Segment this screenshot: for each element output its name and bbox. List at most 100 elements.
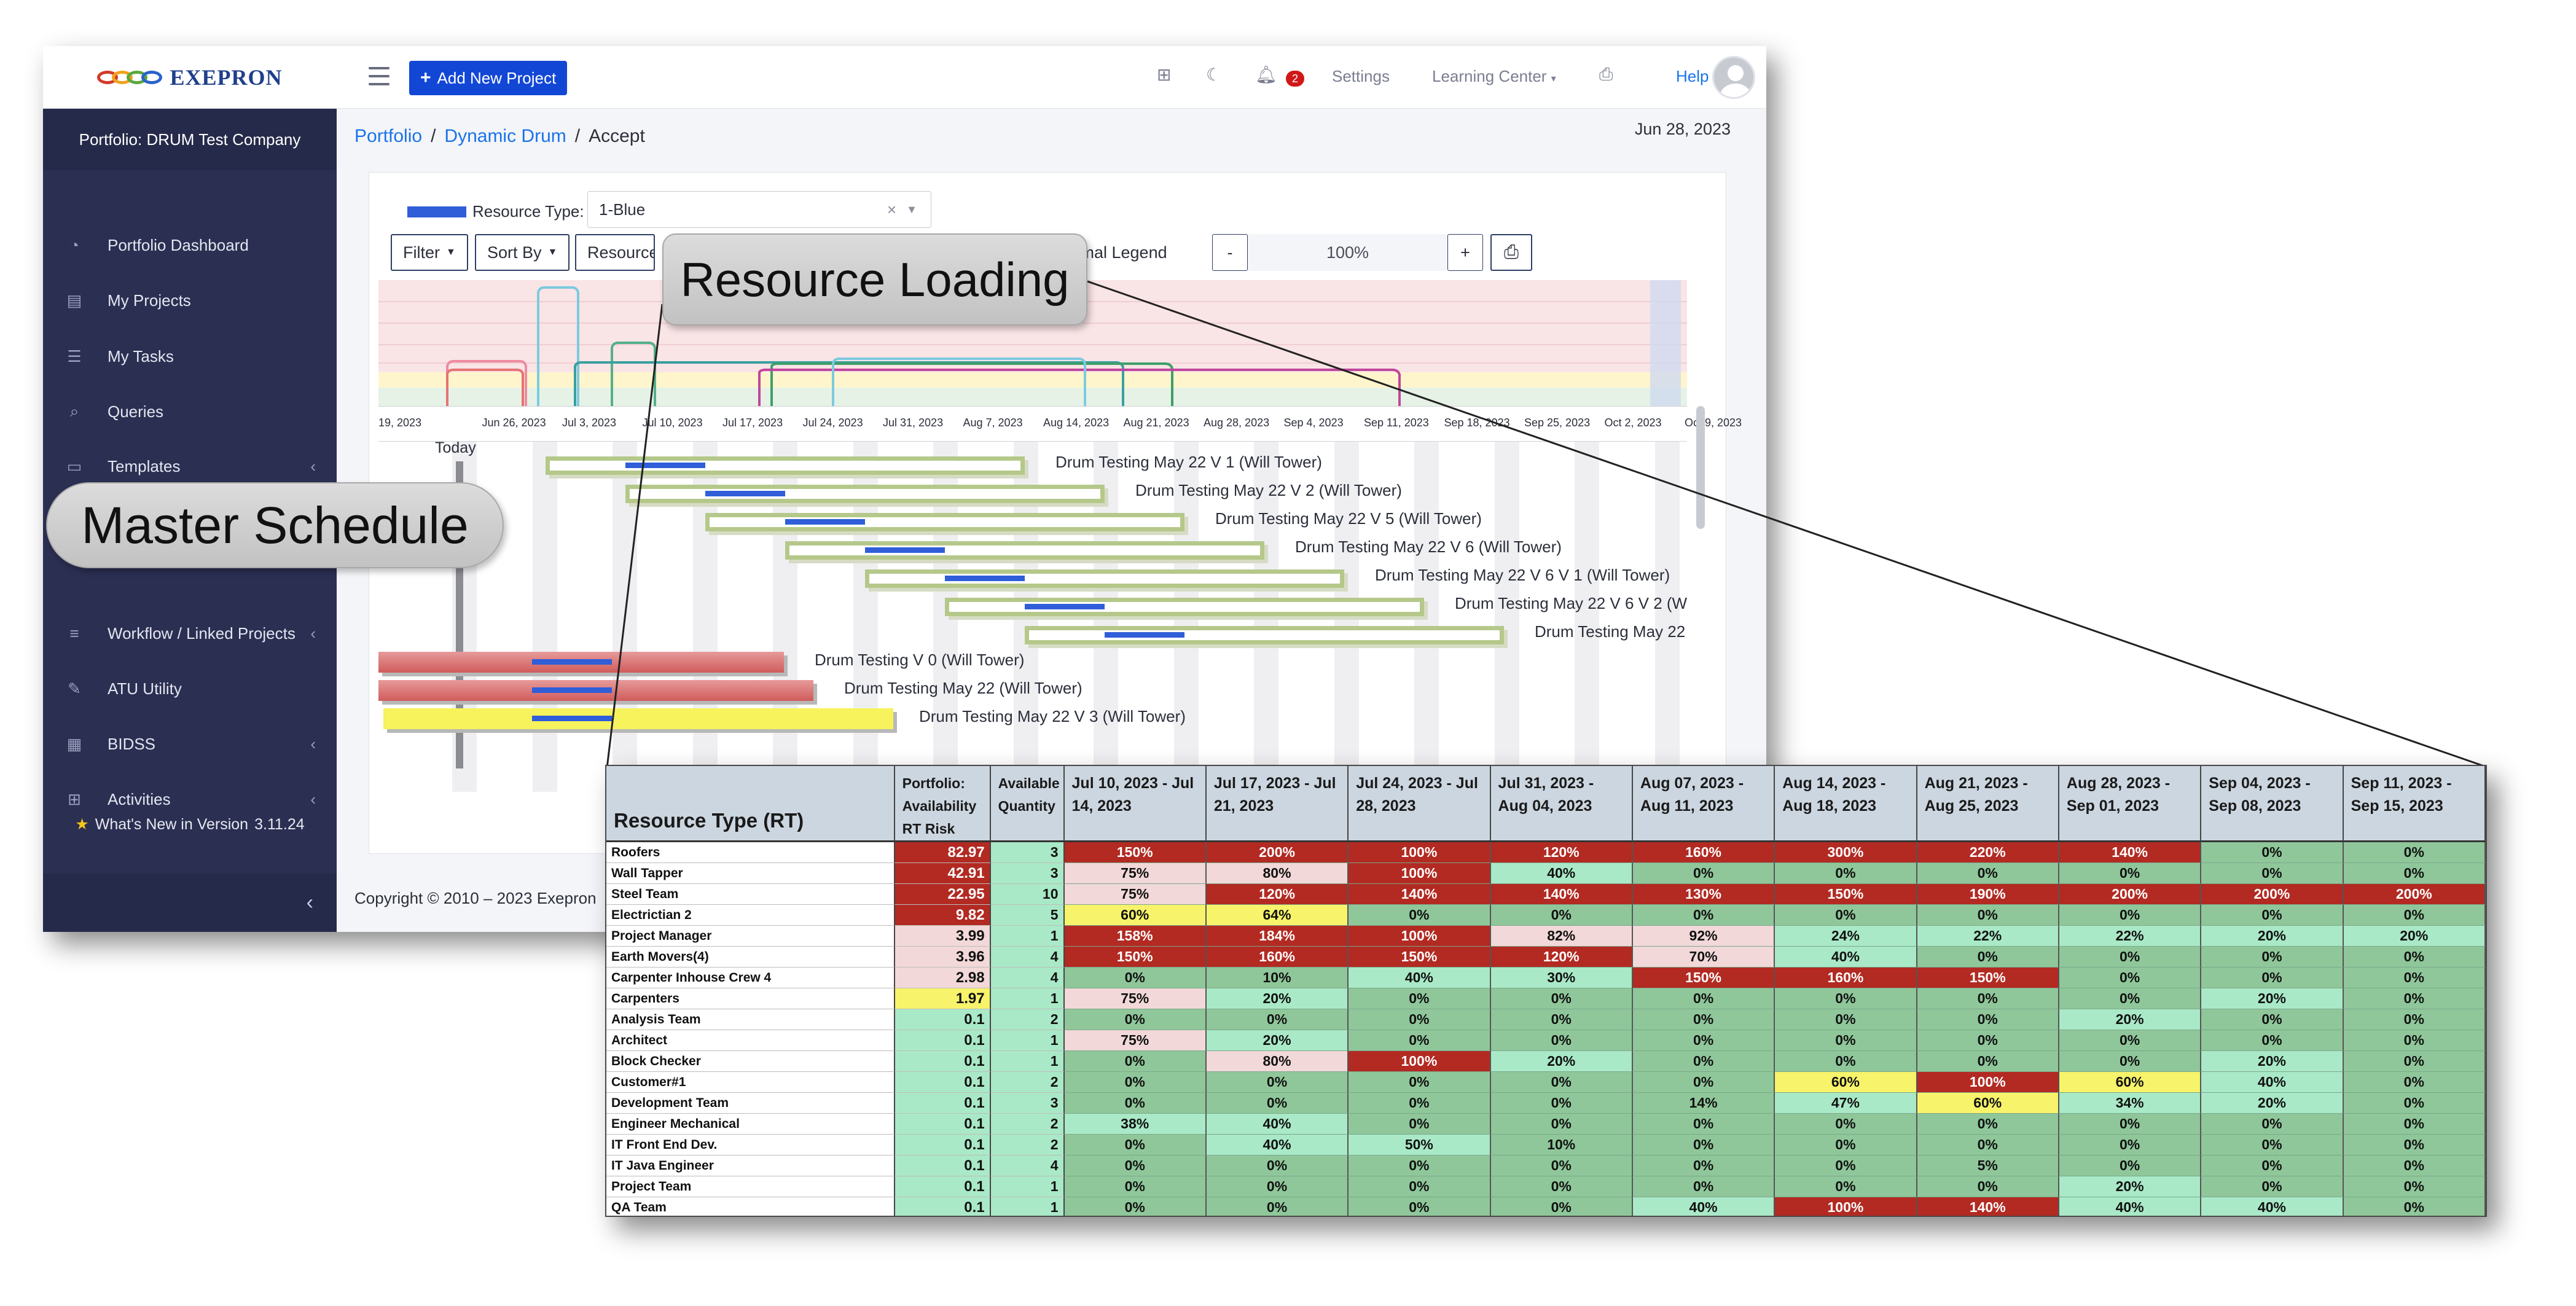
load-percentage-cell: 0%: [1632, 1114, 1775, 1135]
load-percentage-cell: 100%: [1349, 926, 1491, 947]
resource-type-name: Development Team: [606, 1093, 895, 1114]
load-percentage-cell: 0%: [1632, 1072, 1775, 1093]
load-percentage-cell: 0%: [1775, 1135, 1917, 1155]
load-percentage-cell: 0%: [1206, 1176, 1349, 1197]
load-percentage-cell: 0%: [1917, 905, 2059, 926]
load-percentage-cell: 10%: [1206, 968, 1349, 988]
load-percentage-cell: 75%: [1064, 884, 1207, 905]
load-percentage-cell: 30%: [1490, 968, 1633, 988]
available-quantity-value: 3: [990, 863, 1065, 884]
table-row: Carpenters 1.97 1 75% 20% 0% 0% 0% 0% 0% 0% 20% 0%: [606, 988, 2486, 1009]
load-percentage-cell: 5%: [1917, 1155, 2059, 1176]
load-percentage-cell: 0%: [2201, 842, 2344, 863]
load-percentage-cell: 0%: [1064, 1051, 1207, 1072]
load-percentage-cell: 22%: [1917, 926, 2059, 947]
load-percentage-cell: 38%: [1064, 1114, 1207, 1135]
load-percentage-cell: 160%: [1632, 842, 1775, 863]
load-percentage-cell: 0%: [2201, 1114, 2344, 1135]
load-percentage-cell: 20%: [1490, 1051, 1633, 1072]
load-percentage-cell: 0%: [1349, 1072, 1491, 1093]
load-percentage-cell: 0%: [1490, 1176, 1633, 1197]
load-percentage-cell: 0%: [1917, 863, 2059, 884]
load-percentage-cell: 0%: [2343, 1176, 2486, 1197]
load-percentage-cell: 0%: [1632, 1155, 1775, 1176]
resource-type-name: Carpenter Inhouse Crew 4: [606, 968, 895, 988]
load-percentage-cell: 0%: [1349, 1197, 1491, 1216]
load-percentage-cell: 60%: [1775, 1072, 1917, 1093]
load-percentage-cell: 130%: [1632, 884, 1775, 905]
load-percentage-cell: 20%: [2059, 1009, 2202, 1030]
availability-risk-value: 22.95: [895, 884, 991, 905]
load-percentage-cell: 0%: [1775, 1114, 1917, 1135]
header-week: Sep 04, 2023 - Sep 08, 2023: [2201, 766, 2344, 842]
resource-type-name: Block Checker: [606, 1051, 895, 1072]
load-percentage-cell: 200%: [2343, 884, 2486, 905]
resource-type-name: Customer#1: [606, 1072, 895, 1093]
header-week: Aug 21, 2023 - Aug 25, 2023: [1917, 766, 2059, 842]
table-row: Customer#1 0.1 2 0% 0% 0% 0% 0% 60% 100% 60% 40% 0%: [606, 1072, 2486, 1093]
load-percentage-cell: 80%: [1206, 863, 1349, 884]
composite-screenshot: EXEPRON Portfolio: DRUM Test Company ◔ Po…: [0, 0, 2576, 1306]
load-percentage-cell: 0%: [1490, 1093, 1633, 1114]
availability-risk-value: 42.91: [895, 863, 991, 884]
load-percentage-cell: 200%: [1206, 842, 1349, 863]
load-percentage-cell: 75%: [1064, 988, 1207, 1009]
load-percentage-cell: 0%: [1206, 1197, 1349, 1216]
load-percentage-cell: 0%: [2343, 1114, 2486, 1135]
load-percentage-cell: 82%: [1490, 926, 1633, 947]
load-percentage-cell: 40%: [2201, 1072, 2344, 1093]
load-percentage-cell: 0%: [2343, 1072, 2486, 1093]
available-quantity-value: 5: [990, 905, 1065, 926]
load-percentage-cell: 140%: [1917, 1197, 2059, 1216]
header-week: Jul 10, 2023 - Jul 14, 2023: [1064, 766, 1207, 842]
available-quantity-value: 2: [990, 1009, 1065, 1030]
load-percentage-cell: 20%: [2201, 988, 2344, 1009]
resource-loading-callout: Resource Loading: [662, 233, 1087, 326]
load-percentage-cell: 150%: [1349, 947, 1491, 968]
table-row: Steel Team 22.95 10 75% 120% 140% 140% 130% 150%…: [606, 884, 2486, 905]
table-row: Roofers 82.97 3 150% 200% 100% 120% 160% 300% 220…: [606, 842, 2486, 863]
load-percentage-cell: 0%: [2059, 1135, 2202, 1155]
load-percentage-cell: 75%: [1064, 1030, 1207, 1051]
available-quantity-value: 2: [990, 1135, 1065, 1155]
resource-type-name: Earth Movers(4): [606, 947, 895, 968]
load-percentage-cell: 0%: [1775, 1155, 1917, 1176]
resource-type-name: Engineer Mechanical: [606, 1114, 895, 1135]
load-percentage-cell: 120%: [1490, 947, 1633, 968]
load-percentage-cell: 0%: [1917, 1135, 2059, 1155]
availability-risk-value: 1.97: [895, 988, 991, 1009]
available-quantity-value: 3: [990, 842, 1065, 863]
table-row: Carpenter Inhouse Crew 4 2.98 4 0% 10% 40% 30%…: [606, 968, 2486, 988]
load-percentage-cell: 0%: [1632, 988, 1775, 1009]
availability-risk-value: 82.97: [895, 842, 991, 863]
load-percentage-cell: 60%: [1917, 1093, 2059, 1114]
load-percentage-cell: 140%: [1349, 884, 1491, 905]
load-percentage-cell: 60%: [1064, 905, 1207, 926]
resource-type-name: Analysis Team: [606, 1009, 895, 1030]
load-percentage-cell: 100%: [1917, 1072, 2059, 1093]
table-row: Project Team 0.1 1 0% 0% 0% 0% 0% 0% 0% 20% 0% 0%: [606, 1176, 2486, 1197]
connector-line-left: [606, 303, 664, 768]
available-quantity-value: 2: [990, 1072, 1065, 1093]
header-week: Sep 11, 2023 - Sep 15, 2023: [2343, 766, 2486, 842]
header-available-quantity: Available Quantity: [990, 766, 1065, 842]
load-percentage-cell: 0%: [2343, 842, 2486, 863]
available-quantity-value: 3: [990, 1093, 1065, 1114]
load-percentage-cell: 0%: [1917, 1030, 2059, 1051]
resource-type-name: Electrictian 2: [606, 905, 895, 926]
resource-type-name: Carpenters: [606, 988, 895, 1009]
load-percentage-cell: 14%: [1632, 1093, 1775, 1114]
header-resource-type: Resource Type (RT): [606, 766, 895, 842]
load-percentage-cell: 24%: [1775, 926, 1917, 947]
available-quantity-value: 1: [990, 1030, 1065, 1051]
load-percentage-cell: 0%: [2059, 968, 2202, 988]
load-percentage-cell: 0%: [2059, 1030, 2202, 1051]
load-percentage-cell: 220%: [1917, 842, 2059, 863]
header-week: Jul 17, 2023 - Jul 21, 2023: [1206, 766, 1349, 842]
load-percentage-cell: 0%: [1490, 1114, 1633, 1135]
table-row: Architect 0.1 1 75% 20% 0% 0% 0% 0% 0% 0% 0% 0%: [606, 1030, 2486, 1051]
table-row: Engineer Mechanical 0.1 2 38% 40% 0% 0% 0% 0% 0% 0…: [606, 1114, 2486, 1135]
load-percentage-cell: 92%: [1632, 926, 1775, 947]
load-percentage-cell: 40%: [1490, 863, 1633, 884]
load-percentage-cell: 20%: [2201, 1051, 2344, 1072]
